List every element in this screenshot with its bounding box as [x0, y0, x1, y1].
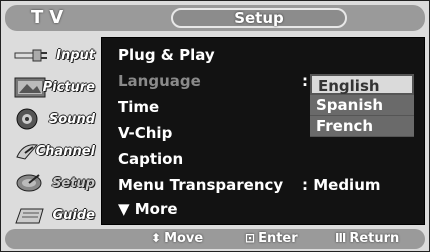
sidebar-item-label: Input	[56, 47, 95, 63]
sidebar-item-picture[interactable]: Picture	[7, 71, 97, 103]
tv-label: TV	[31, 7, 70, 28]
enter-hint-label: Enter	[258, 231, 298, 246]
speaker-icon	[16, 108, 38, 130]
input-plug-icon	[14, 49, 47, 62]
sidebar-item-channel[interactable]: Channel	[7, 135, 97, 167]
sidebar-item-setup[interactable]: Setup	[7, 167, 97, 199]
language-option-spanish[interactable]: Spanish	[310, 95, 414, 116]
sidebar-item-label: Setup	[52, 175, 95, 191]
section-title: Setup	[171, 8, 347, 28]
menu-item-plug-and-play[interactable]: Plug & Play	[118, 46, 215, 64]
guide-icon	[15, 208, 44, 224]
menu-item-menu-transparency-value: : Medium	[302, 176, 381, 194]
language-option-english[interactable]: English	[310, 74, 414, 95]
menu-item-caption[interactable]: Caption	[118, 150, 183, 168]
menu-item-language-value: :	[302, 72, 308, 90]
title-bar: TV Setup	[5, 5, 425, 31]
sidebar-item-input[interactable]: Input	[7, 39, 97, 71]
menu-item-language[interactable]: Language	[118, 72, 201, 90]
language-option-french[interactable]: French	[310, 116, 414, 137]
setup-dish-icon	[16, 174, 42, 192]
return-hint: Ⅲ Return	[335, 231, 399, 246]
menu-item-v-chip[interactable]: V-Chip	[118, 124, 172, 142]
sidebar-item-label: Channel	[35, 143, 95, 159]
sidebar-item-sound[interactable]: Sound	[7, 103, 97, 135]
language-dropdown[interactable]: English Spanish French	[310, 74, 414, 137]
category-sidebar: Input Picture Sound Channel Setup Guide	[7, 39, 97, 239]
move-hint: ⬍ Move	[151, 231, 203, 246]
sidebar-item-label: Sound	[48, 111, 95, 127]
sidebar-item-label: Guide	[52, 207, 95, 223]
enter-icon: ⊡	[245, 231, 256, 245]
footer-hint-bar: ⬍ Move ⊡ Enter Ⅲ Return	[5, 229, 425, 249]
menu-item-time[interactable]: Time	[118, 98, 159, 116]
return-icon: Ⅲ	[335, 231, 347, 245]
enter-hint: ⊡ Enter	[245, 231, 298, 246]
move-arrows-icon: ⬍	[151, 231, 162, 245]
return-hint-label: Return	[349, 231, 400, 246]
sidebar-item-label: Picture	[42, 79, 95, 95]
setup-menu-panel: Plug & Play Language : Time V-Chip Capti…	[101, 37, 425, 225]
sidebar-item-guide[interactable]: Guide	[7, 199, 97, 231]
tv-setup-screen: TV Setup Input Picture Sound Channel Set…	[0, 0, 430, 252]
menu-item-menu-transparency[interactable]: Menu Transparency	[118, 176, 283, 194]
move-hint-label: Move	[164, 231, 204, 246]
menu-item-more[interactable]: ▼ More	[118, 200, 178, 218]
